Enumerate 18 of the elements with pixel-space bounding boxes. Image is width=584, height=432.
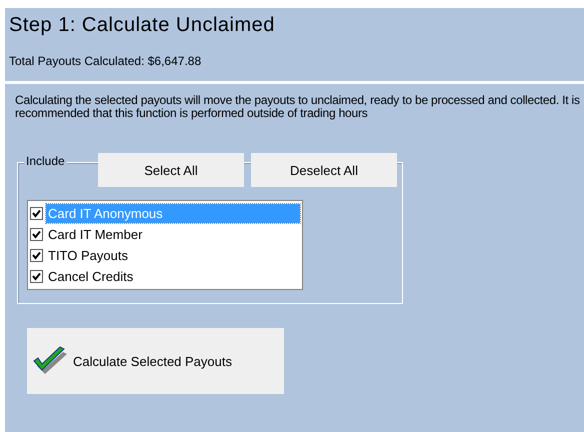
deselect-all-button[interactable]: Deselect All xyxy=(251,153,397,187)
step-title: Step 1: Calculate Unclaimed xyxy=(9,14,276,37)
list-item[interactable]: Card IT Member xyxy=(30,224,300,245)
select-all-button[interactable]: Select All xyxy=(98,153,244,187)
checkbox[interactable] xyxy=(30,270,43,283)
item-label: Cancel Credits xyxy=(47,268,134,286)
checkbox[interactable] xyxy=(30,207,43,220)
list-item[interactable]: TITO Payouts xyxy=(30,245,300,266)
item-label: Card IT Member xyxy=(47,226,144,244)
checkmark-icon xyxy=(33,346,69,376)
checkbox[interactable] xyxy=(30,228,43,241)
list-item[interactable]: Cancel Credits xyxy=(30,266,300,287)
group-legend: Include xyxy=(24,154,67,168)
total-payouts-label: Total Payouts Calculated: $6,647.88 xyxy=(9,54,202,68)
checkbox[interactable] xyxy=(30,249,43,262)
item-label: TITO Payouts xyxy=(47,247,129,265)
description-text: Calculating the selected payouts will move the payouts to unclaimed, ready to be processed and collected. It is recommended that this function is performed outside of trading hours xyxy=(15,94,581,120)
calculate-button[interactable]: Calculate Selected Payouts xyxy=(27,328,284,394)
